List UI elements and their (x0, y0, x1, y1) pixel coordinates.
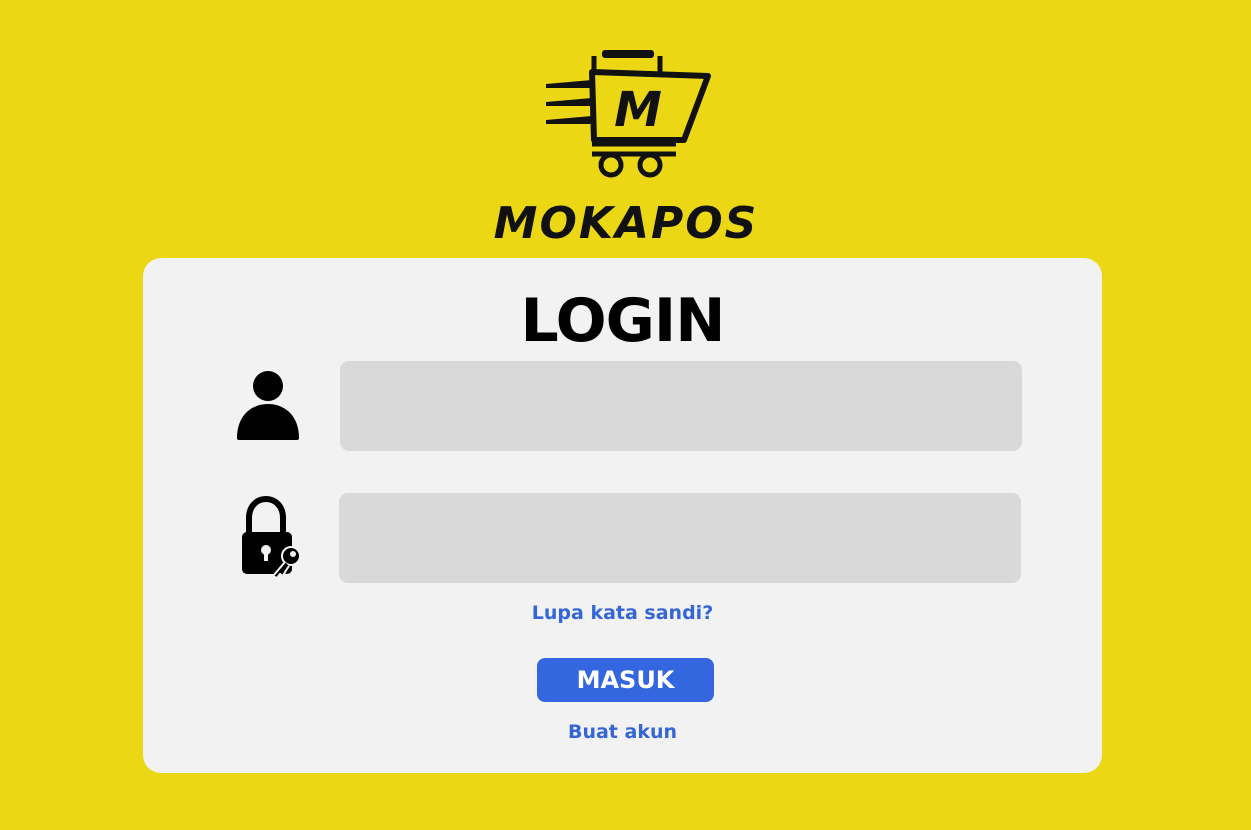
login-button[interactable]: MASUK (537, 658, 714, 702)
logo-letter: M (614, 82, 662, 138)
user-icon (235, 370, 301, 442)
shopping-cart-icon: M (546, 50, 711, 178)
login-title: LOGIN (520, 286, 726, 356)
brand-name: MOKAPOS (493, 198, 759, 249)
create-account-link[interactable]: Buat akun (143, 721, 1102, 743)
brand-logo: M MOKAPOS (480, 44, 772, 250)
lock-key-icon (239, 495, 305, 580)
username-input[interactable] (340, 361, 1022, 451)
forgot-password-link[interactable]: Lupa kata sandi? (143, 602, 1102, 624)
login-card: LOGIN Lupa kata sandi? MASUK Buat akun (143, 258, 1102, 773)
password-input[interactable] (339, 493, 1021, 583)
